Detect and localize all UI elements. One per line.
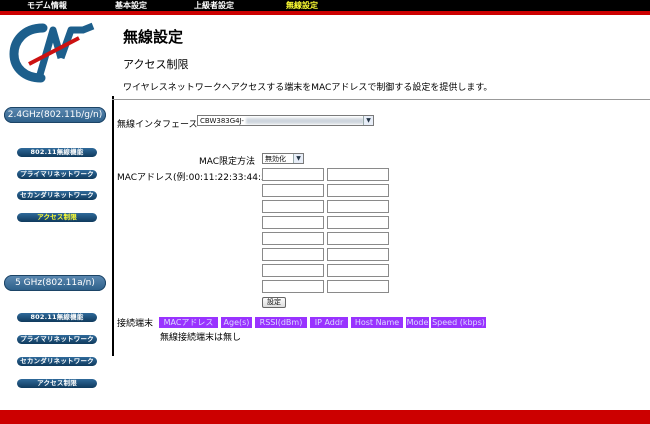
connected-devices-label: 接続端末: [117, 319, 154, 329]
mac-address-input[interactable]: [327, 232, 389, 245]
mac-address-input[interactable]: [327, 248, 389, 261]
mac-address-input[interactable]: [262, 216, 324, 229]
mac-address-input[interactable]: [327, 264, 389, 277]
mac-method-value: 無効化: [265, 155, 286, 163]
col-mac-address: MACアドレス: [159, 317, 218, 328]
sidebar-5-secondary-network[interactable]: セカンダリネットワーク: [17, 357, 97, 366]
mac-address-input[interactable]: [262, 168, 324, 181]
sidebar-24-access-control[interactable]: アクセス制限: [17, 213, 97, 222]
page-subtitle: アクセス制限: [123, 58, 189, 71]
mac-address-input[interactable]: [262, 232, 324, 245]
header-rule: [112, 99, 650, 100]
sidebar-24-primary-network[interactable]: プライマリネットワーク: [17, 170, 97, 179]
col-mode: Mode: [406, 317, 429, 328]
sidebar-5-wireless-function[interactable]: 802.11無線機能: [17, 313, 97, 322]
col-speed: Speed (kbps): [431, 317, 486, 328]
no-devices-message: 無線接続端末は無し: [160, 333, 242, 343]
sidebar-5-primary-network[interactable]: プライマリネットワーク: [17, 335, 97, 344]
mac-method-select[interactable]: 無効化 ▼: [262, 153, 304, 164]
sidebar-divider: [112, 96, 114, 356]
save-button[interactable]: 設定: [262, 297, 286, 308]
interface-select[interactable]: CBW383G4J- ▼: [197, 115, 374, 126]
mac-address-input[interactable]: [327, 280, 389, 293]
mac-address-input[interactable]: [327, 216, 389, 229]
mac-address-input[interactable]: [262, 248, 324, 261]
band-24ghz-header: 2.4GHz(802.11b/g/n): [4, 107, 106, 123]
col-host-name: Host Name: [351, 317, 403, 328]
col-ip-addr: IP Addr: [310, 317, 348, 328]
mac-address-input[interactable]: [262, 264, 324, 277]
redacted-mask: [245, 118, 364, 124]
mac-method-label: MAC限定方法: [199, 157, 256, 167]
page-title: 無線設定: [123, 28, 184, 46]
col-rssi: RSSI(dBm): [255, 317, 307, 328]
interface-label: 無線インタフェース: [117, 120, 198, 130]
nav-modem-info[interactable]: モデム情報: [27, 0, 67, 11]
footer-bar: [0, 410, 650, 424]
top-bar-red-stripe: [0, 11, 650, 15]
top-bar: [0, 0, 650, 15]
sidebar-24-wireless-function[interactable]: 802.11無線機能: [17, 148, 97, 157]
band-5ghz-header: 5 GHz(802.11a/n): [4, 275, 106, 291]
chevron-down-icon: ▼: [293, 154, 303, 163]
mac-address-input[interactable]: [327, 168, 389, 181]
mac-address-input[interactable]: [262, 280, 324, 293]
page-description: ワイヤレスネットワークへアクセスする端末をMACアドレスで制御する設定を提供しま…: [123, 83, 493, 93]
mac-address-label: MACアドレス(例:00:11:22:33:44:55): [117, 173, 276, 183]
nav-advanced-settings[interactable]: 上級者設定: [194, 0, 234, 11]
sidebar-5-access-control[interactable]: アクセス制限: [17, 379, 97, 388]
sidebar-24-secondary-network[interactable]: セカンダリネットワーク: [17, 191, 97, 200]
mac-address-input[interactable]: [262, 184, 324, 197]
nav-wireless-settings[interactable]: 無線設定: [286, 0, 318, 11]
interface-select-value: CBW383G4J-: [200, 117, 244, 125]
col-age: Age(s): [221, 317, 252, 328]
nav-basic-settings[interactable]: 基本設定: [115, 0, 147, 11]
mac-address-input[interactable]: [327, 200, 389, 213]
chevron-down-icon: ▼: [363, 116, 373, 125]
mac-address-input[interactable]: [327, 184, 389, 197]
mac-address-input[interactable]: [262, 200, 324, 213]
logo-icon: [9, 22, 95, 83]
